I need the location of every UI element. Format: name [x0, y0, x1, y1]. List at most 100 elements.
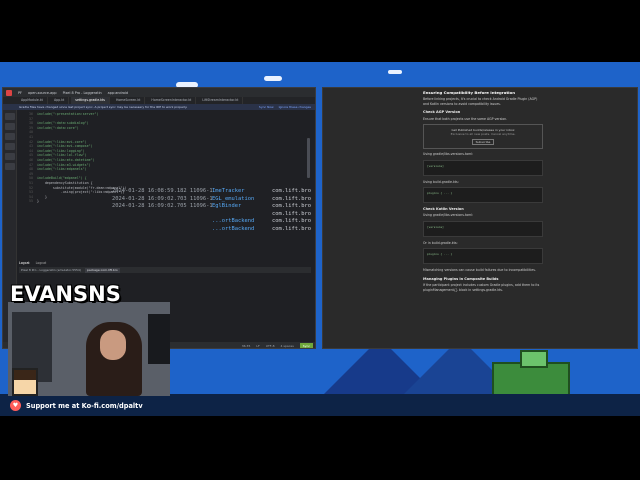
log-tag: EglBinder	[212, 203, 242, 210]
editor-tabs: AppModule.kt App.kt settings.gradle.kts …	[3, 97, 315, 104]
log-ts: 2024-01-28 16:09:02.705 11096-11983	[112, 203, 212, 210]
code-text: include(":libs:mvi-compose")	[37, 144, 93, 149]
pixel-avatar	[12, 368, 38, 396]
code-text: include(":data:core")	[37, 125, 79, 130]
managing-heading: Managing Plugins in Composite Builds	[423, 276, 499, 281]
editor-scrollbar[interactable]	[307, 138, 310, 178]
gradle-sync-banner: Gradle files have changed since last pro…	[3, 104, 315, 110]
code-block[interactable]: plugins { ... }	[423, 248, 543, 265]
article-heading: Ensuring Compatibility Before Integratio…	[423, 90, 515, 95]
bottom-tabs: Logcat Logcat	[19, 260, 311, 266]
log-row[interactable]: ...ortBackend com.lift.bro	[112, 226, 312, 234]
code-text: include(":libs:lol-flow")	[37, 153, 87, 158]
monitor	[148, 314, 170, 364]
log-pkg: com.lift.bro	[272, 218, 311, 225]
cloud	[388, 70, 402, 74]
log-row[interactable]: 2024-01-28 16:08:59.182 11096-11096ImeTr…	[112, 188, 312, 196]
log-row[interactable]: 2024-01-28 16:09:02.703 11096-11983EGL_e…	[112, 196, 312, 204]
code-text: include(":data:subdialog")	[37, 121, 89, 126]
ide-title-item[interactable]: app:android	[108, 91, 128, 95]
resource-manager-icon[interactable]	[5, 133, 15, 140]
log-ts	[112, 218, 212, 226]
log-tag: ImeTracker	[212, 188, 245, 194]
code-editor[interactable]: 36 include(":presentation:server") 37 38 inc…	[19, 112, 309, 260]
log-pkg: com.lift.bro	[272, 203, 311, 210]
code-text: include(":libs:mtx-datetime")	[37, 157, 95, 162]
editor-tab[interactable]: HomeScreen.kt	[112, 97, 146, 104]
commit-tool-icon[interactable]	[5, 123, 15, 130]
log-ts	[112, 211, 212, 219]
log-row[interactable]: 2024-01-28 16:09:02.705 11096-11983EglBi…	[112, 203, 312, 211]
logcat-filter-input[interactable]: package:com.lift.bro	[85, 267, 120, 273]
device-selector[interactable]: Pixel 8 Pro - Loggeratin (emulator-5554)	[21, 268, 81, 272]
editor-tab[interactable]: HomeScreenInteractor.kt	[147, 97, 197, 104]
paragraph: Or in build.gradle.kts:	[423, 240, 458, 245]
editor-tab[interactable]: LiftStreamInteractor.kt	[198, 97, 244, 104]
subscribe-sub: Exclusive to all new posts. Cancel anyti…	[450, 132, 516, 137]
log-tag: ...ortBackend	[212, 218, 255, 225]
indent-setting[interactable]: 4 spaces	[281, 344, 294, 348]
paragraph: Mismatching versions can cause build fai…	[423, 268, 536, 273]
build-variants-icon[interactable]	[5, 153, 15, 160]
cursor-position[interactable]: 36:35	[242, 344, 251, 348]
line-separator[interactable]: LF	[256, 344, 259, 348]
subscribe-button[interactable]: Subscribe	[471, 138, 495, 146]
file-encoding[interactable]: UTF-8	[266, 344, 275, 348]
heart-cup-icon: ♥	[10, 400, 21, 411]
code-text: }	[37, 194, 47, 199]
log-row[interactable]: com.lift.bro	[112, 211, 312, 219]
logcat-output[interactable]: 2024-01-28 16:08:59.182 11096-11096ImeTr…	[112, 188, 312, 234]
article: Ensuring Compatibility Before Integratio…	[423, 88, 543, 348]
logcat-toolbar: Pixel 8 Pro - Loggeratin (emulator-5554)…	[19, 267, 311, 273]
paragraph: Using gradle/libs.versions.toml:	[423, 213, 474, 218]
agp-text: Ensure that both projects use the same A…	[423, 116, 508, 121]
log-tag	[212, 211, 272, 219]
ide-title-item[interactable]: open-source-app	[28, 91, 57, 95]
banner-text: Gradle files have changed since last pro…	[19, 105, 188, 109]
ide-title-item[interactable]: Pixel 8 Pro - Loggeratin	[63, 91, 102, 95]
logcat-tab[interactable]: Logcat	[19, 261, 30, 265]
browser-window: Ensuring Compatibility Before Integratio…	[322, 87, 638, 349]
kotlin-heading: Check Kotlin Version	[423, 207, 464, 212]
project-tool-icon[interactable]	[5, 113, 15, 120]
code-block[interactable]: [versions]	[423, 220, 543, 237]
record-icon[interactable]	[6, 89, 12, 96]
log-pkg: com.lift.bro	[272, 225, 311, 232]
editor-tab-active[interactable]: settings.gradle.kts	[71, 97, 110, 104]
structure-tool-icon[interactable]	[5, 143, 15, 150]
code-text: include(":libs:mdpanels")	[37, 167, 87, 172]
kofi-banner: ♥ Support me at Ko-fi.com/dpaltv	[10, 400, 143, 411]
log-row[interactable]: ...ortBackend com.lift.bro	[112, 218, 312, 226]
line-number: 55	[29, 199, 33, 204]
ignore-link[interactable]: Ignore these changes	[279, 105, 311, 109]
subscribe-box: Get Published builds/release in your inb…	[423, 124, 543, 150]
log-ts: 2024-01-28 16:08:59.182 11096-11096	[112, 188, 212, 194]
editor-tab[interactable]: AppModule.kt	[17, 97, 48, 104]
code-block[interactable]: plugins { ... }	[423, 187, 543, 204]
code-text: include(":libs:m3-widgets")	[37, 162, 91, 167]
code-text: include(":libs:mvi-core")	[37, 139, 87, 144]
cloud	[264, 76, 282, 81]
ide-title-bar: PF open-source-app Pixel 8 Pro - Loggera…	[3, 88, 315, 97]
code-block[interactable]: [versions]	[423, 159, 543, 176]
streamer-face	[100, 330, 126, 360]
code-text: include(":presentation:server")	[37, 112, 99, 116]
paragraph: If the participant project includes cust…	[423, 283, 540, 292]
log-ts: 2024-01-28 16:09:02.703 11096-11983	[112, 195, 212, 202]
log-pkg: com.lift.bro	[272, 188, 311, 194]
paragraph: Using gradle/libs.versions.toml:	[423, 152, 474, 157]
status-pill[interactable]: Sync	[299, 343, 313, 348]
agp-heading: Check AGP Version	[423, 110, 461, 115]
ide-title-item[interactable]: PF	[18, 91, 22, 95]
log-tag: ...ortBackend	[212, 225, 255, 232]
article-intro: Before linking projects, it's crucial to…	[423, 97, 538, 106]
log-ts	[112, 226, 212, 234]
sync-now-link[interactable]: Sync Now	[259, 105, 274, 109]
log-pkg: com.lift.bro	[272, 210, 311, 217]
editor-tab[interactable]: App.kt	[50, 97, 70, 104]
code-text: dependencySubstitution {	[37, 180, 93, 185]
bookmarks-icon[interactable]	[5, 163, 15, 170]
letterbox-top	[0, 0, 640, 62]
code-text: includeBuild("mdpanel") {	[37, 176, 87, 181]
logcat-tab[interactable]: Logcat	[36, 261, 47, 265]
